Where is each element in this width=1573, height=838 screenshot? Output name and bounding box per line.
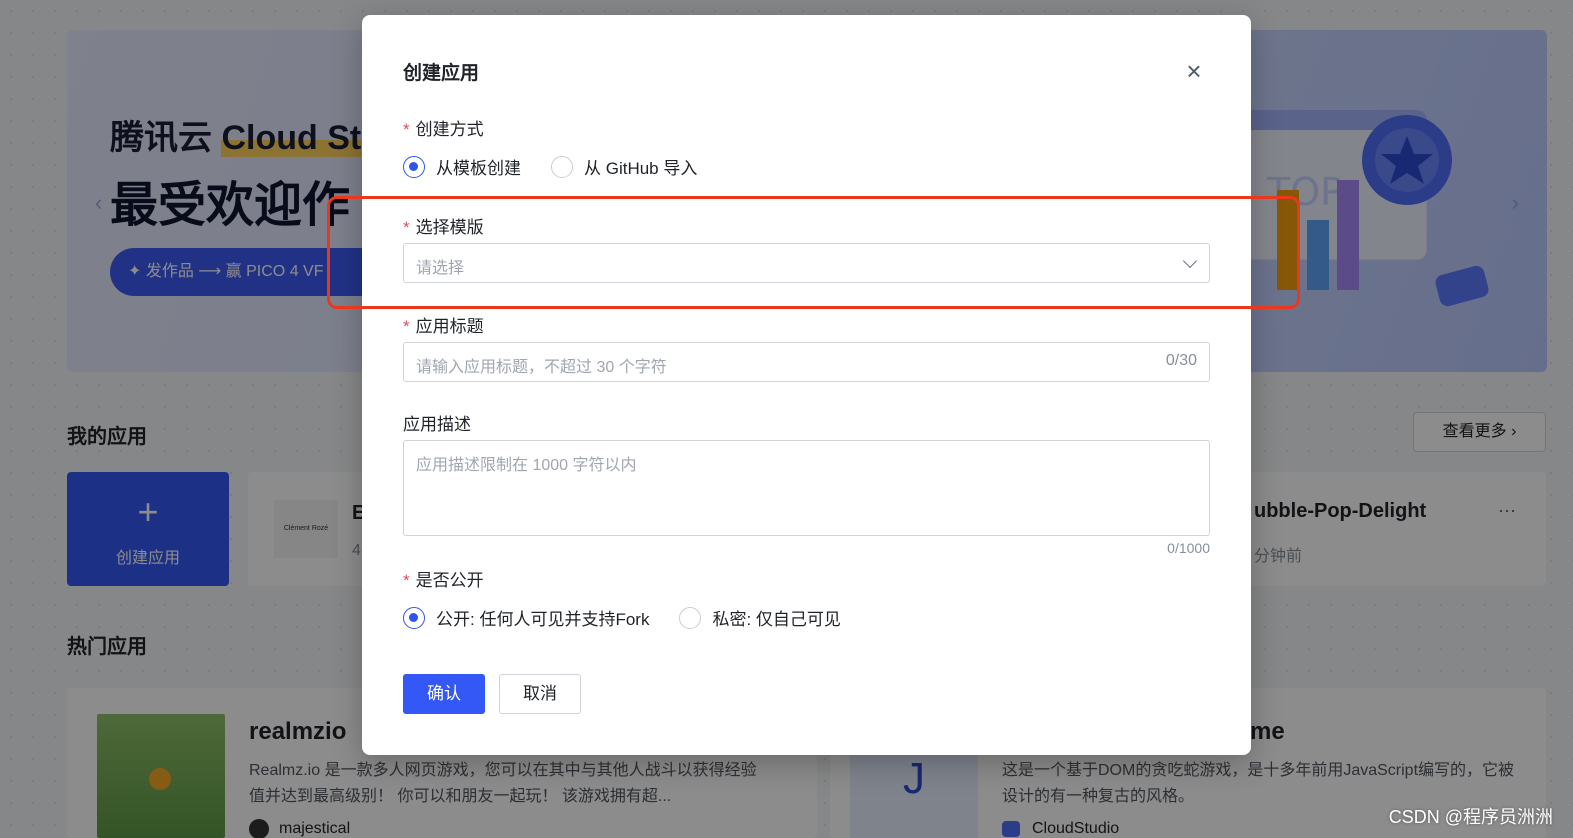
radio-from-github[interactable]: 从 GitHub 导入 — [551, 154, 697, 179]
chevron-down-icon — [1182, 253, 1198, 269]
close-icon[interactable]: × — [1179, 57, 1209, 87]
radio-public[interactable]: 公开: 任何人可见并支持Fork — [403, 605, 649, 630]
visibility-label: * 是否公开 — [403, 571, 484, 590]
app-desc-textarea[interactable]: 应用描述限制在 1000 字符以内 — [403, 440, 1210, 536]
required-mark: * — [403, 571, 410, 590]
create-method-radio-group: 从模板创建 从 GitHub 导入 — [403, 154, 727, 179]
app-desc-placeholder: 应用描述限制在 1000 字符以内 — [416, 457, 637, 474]
create-method-label: * 创建方式 — [403, 120, 484, 139]
app-title-counter: 0/30 — [1165, 352, 1197, 369]
cancel-button[interactable]: 取消 — [499, 674, 581, 714]
radio-checked-icon[interactable] — [403, 155, 425, 178]
template-select-placeholder: 请选择 — [416, 260, 465, 277]
visibility-radio-group: 公开: 任何人可见并支持Fork 私密: 仅自己可见 — [403, 605, 871, 630]
required-mark: * — [403, 218, 410, 237]
radio-checked-icon[interactable] — [403, 606, 425, 629]
template-select[interactable]: 请选择 — [403, 243, 1210, 283]
template-label: * 选择模版 — [403, 218, 484, 237]
required-mark: * — [403, 120, 410, 139]
app-desc-counter: 0/1000 — [1167, 540, 1210, 556]
confirm-button[interactable]: 确认 — [403, 674, 485, 714]
app-title-label: * 应用标题 — [403, 317, 484, 336]
radio-unchecked-icon[interactable] — [551, 155, 573, 178]
watermark: CSDN @程序员洲洲 — [1388, 807, 1553, 827]
radio-from-template[interactable]: 从模板创建 — [403, 154, 521, 179]
app-title-input[interactable]: 请输入应用标题，不超过 30 个字符 0/30 — [403, 342, 1210, 382]
required-mark: * — [403, 317, 410, 336]
app-desc-label: 应用描述 — [403, 415, 471, 434]
radio-unchecked-icon[interactable] — [679, 606, 702, 629]
app-title-placeholder: 请输入应用标题，不超过 30 个字符 — [416, 359, 667, 376]
create-app-dialog: 创建应用 × * 创建方式 从模板创建 从 GitHub 导入 * 选择模版 请选择… — [362, 15, 1251, 755]
dialog-title: 创建应用 — [403, 63, 480, 84]
radio-private[interactable]: 私密: 仅自己可见 — [679, 605, 841, 630]
